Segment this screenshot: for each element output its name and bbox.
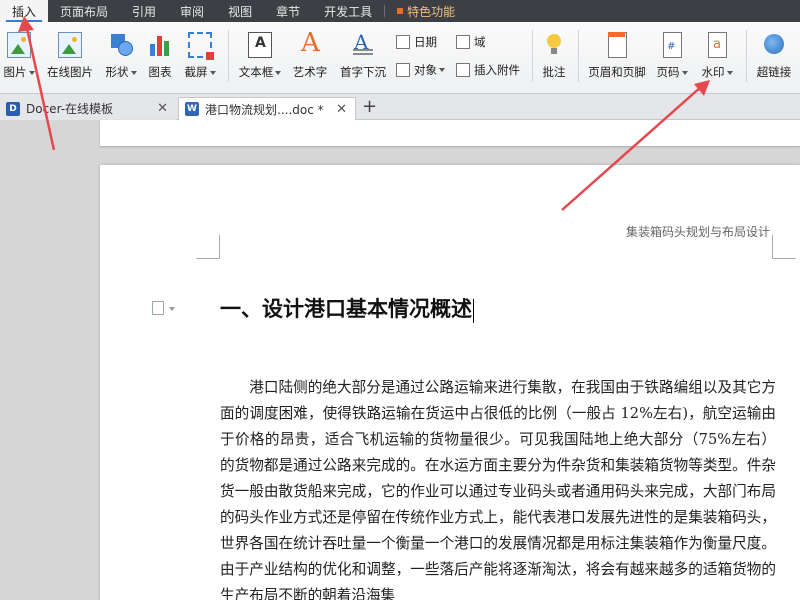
chart-button[interactable]: 图表 xyxy=(146,22,174,80)
date-button[interactable]: 日期 xyxy=(396,34,437,50)
screenshot-icon xyxy=(188,32,214,60)
document-heading[interactable]: 一、设计港口基本情况概述 xyxy=(220,293,474,323)
close-icon[interactable]: ✕ xyxy=(336,102,347,117)
menu-page-layout[interactable]: 页面布局 xyxy=(48,0,120,22)
online-picture-button[interactable]: 在线图片 xyxy=(44,22,96,80)
tab-label: Docer-在线模板 xyxy=(26,102,114,116)
textbox-button[interactable]: 文本框 xyxy=(236,22,284,80)
tab-label: 港口物流规划....doc * xyxy=(205,102,324,117)
shape-label: 形状 xyxy=(105,65,129,79)
wordart-button[interactable]: 艺术字 xyxy=(290,22,330,80)
chevron-down-icon xyxy=(130,70,137,75)
menu-developer[interactable]: 开发工具 xyxy=(312,0,384,22)
docer-icon: D xyxy=(6,101,20,116)
special-features-label: 特色功能 xyxy=(407,4,456,19)
field-icon xyxy=(456,35,470,49)
online-picture-label: 在线图片 xyxy=(47,65,93,79)
textbox-label: 文本框 xyxy=(238,65,274,79)
header-footer-button[interactable]: 页眉和页脚 xyxy=(586,22,648,80)
header-footer-label: 页眉和页脚 xyxy=(588,65,646,79)
hyperlink-button[interactable]: 超链接 xyxy=(754,22,794,80)
document-tab-bar: D Docer-在线模板 ✕ W 港口物流规划....doc * ✕ xyxy=(0,94,800,120)
chevron-down-icon xyxy=(28,70,35,75)
margin-corner-mark xyxy=(196,235,220,259)
picture-label: 图片 xyxy=(3,65,27,79)
document-page[interactable]: 集装箱码头规划与布局设计 一、设计港口基本情况概述 港口陆侧的绝大部分是通过公路… xyxy=(100,165,800,600)
comment-label: 批注 xyxy=(542,65,566,79)
ribbon-divider xyxy=(228,30,229,82)
field-button[interactable]: 域 xyxy=(456,34,486,50)
screenshot-label: 截屏 xyxy=(184,65,208,79)
dropcap-button[interactable]: 首字下沉 xyxy=(338,22,388,80)
chevron-down-icon xyxy=(726,70,733,75)
chevron-down-icon xyxy=(439,68,445,72)
wordart-label: 艺术字 xyxy=(292,65,328,79)
menu-view[interactable]: 视图 xyxy=(216,0,264,22)
textbox-icon xyxy=(248,32,272,58)
shape-button[interactable]: 形状 xyxy=(102,22,140,80)
word-doc-icon: W xyxy=(185,102,199,116)
previous-page-bottom xyxy=(100,120,800,146)
menu-review[interactable]: 审阅 xyxy=(168,0,216,22)
chart-icon xyxy=(148,32,172,58)
online-picture-icon xyxy=(58,32,82,58)
watermark-label: 水印 xyxy=(701,65,725,79)
watermark-icon xyxy=(705,32,729,58)
tab-docer-templates[interactable]: D Docer-在线模板 ✕ xyxy=(0,97,176,120)
globe-icon xyxy=(762,32,786,58)
object-label: 对象 xyxy=(414,63,437,77)
insert-attachment-button[interactable]: 插入附件 xyxy=(456,62,520,78)
comment-button[interactable]: 批注 xyxy=(540,22,568,80)
object-button[interactable]: 对象 xyxy=(396,62,445,78)
menu-chapter[interactable]: 章节 xyxy=(264,0,312,22)
paragraph-handle-icon[interactable] xyxy=(152,301,175,315)
body-paragraph[interactable]: 港口陆侧的绝大部分是通过公路运输来进行集散，在我国由于铁路编组以及其它方面的调度… xyxy=(220,375,776,600)
attachment-icon xyxy=(456,63,470,77)
tab-current-document[interactable]: W 港口物流规划....doc * ✕ xyxy=(178,97,356,120)
page-number-button[interactable]: 页码 xyxy=(654,22,690,80)
watermark-button[interactable]: 水印 xyxy=(698,22,736,80)
ribbon-toolbar: 图片 在线图片 形状 图表 截屏 文本框 艺术字 首字下沉 日期 对象 域 xyxy=(0,22,800,94)
picture-icon xyxy=(7,32,31,58)
close-icon[interactable]: ✕ xyxy=(157,101,168,116)
page-header-text[interactable]: 集装箱码头规划与布局设计 xyxy=(626,223,770,240)
ribbon-divider xyxy=(532,30,533,82)
dropcap-label: 首字下沉 xyxy=(340,65,386,79)
menu-insert[interactable]: 插入 xyxy=(0,0,49,22)
margin-corner-mark xyxy=(772,235,796,259)
screenshot-button[interactable]: 截屏 xyxy=(180,22,220,80)
page-number-icon xyxy=(660,32,684,58)
hyperlink-label: 超链接 xyxy=(756,65,792,79)
calendar-icon xyxy=(396,35,410,49)
menu-special-features[interactable]: 特色功能 xyxy=(385,0,467,22)
heading-text: 一、设计港口基本情况概述 xyxy=(220,296,472,321)
shape-icon xyxy=(109,32,133,58)
chevron-down-icon xyxy=(275,70,282,75)
chart-label: 图表 xyxy=(148,65,172,79)
ribbon-divider xyxy=(578,30,579,82)
object-icon xyxy=(396,63,410,77)
wordart-icon xyxy=(298,28,322,58)
chevron-down-icon xyxy=(209,70,216,75)
document-canvas[interactable]: 集装箱码头规划与布局设计 一、设计港口基本情况概述 港口陆侧的绝大部分是通过公路… xyxy=(0,120,800,600)
page-number-label: 页码 xyxy=(656,65,680,79)
menu-bar: 插入 页面布局 引用 审阅 视图 章节 开发工具 特色功能 xyxy=(0,0,800,22)
text-cursor xyxy=(473,298,474,323)
dropcap-icon xyxy=(351,30,375,58)
header-footer-icon xyxy=(605,32,629,58)
field-label: 域 xyxy=(474,35,486,49)
insert-attachment-label: 插入附件 xyxy=(474,63,520,77)
ribbon-divider xyxy=(746,30,747,82)
comment-icon xyxy=(542,32,566,58)
date-label: 日期 xyxy=(414,35,437,49)
chevron-down-icon xyxy=(681,70,688,75)
special-features-icon xyxy=(397,8,404,14)
picture-button[interactable]: 图片 xyxy=(2,22,36,80)
new-tab-icon[interactable]: + xyxy=(362,96,377,117)
menu-references[interactable]: 引用 xyxy=(120,0,168,22)
